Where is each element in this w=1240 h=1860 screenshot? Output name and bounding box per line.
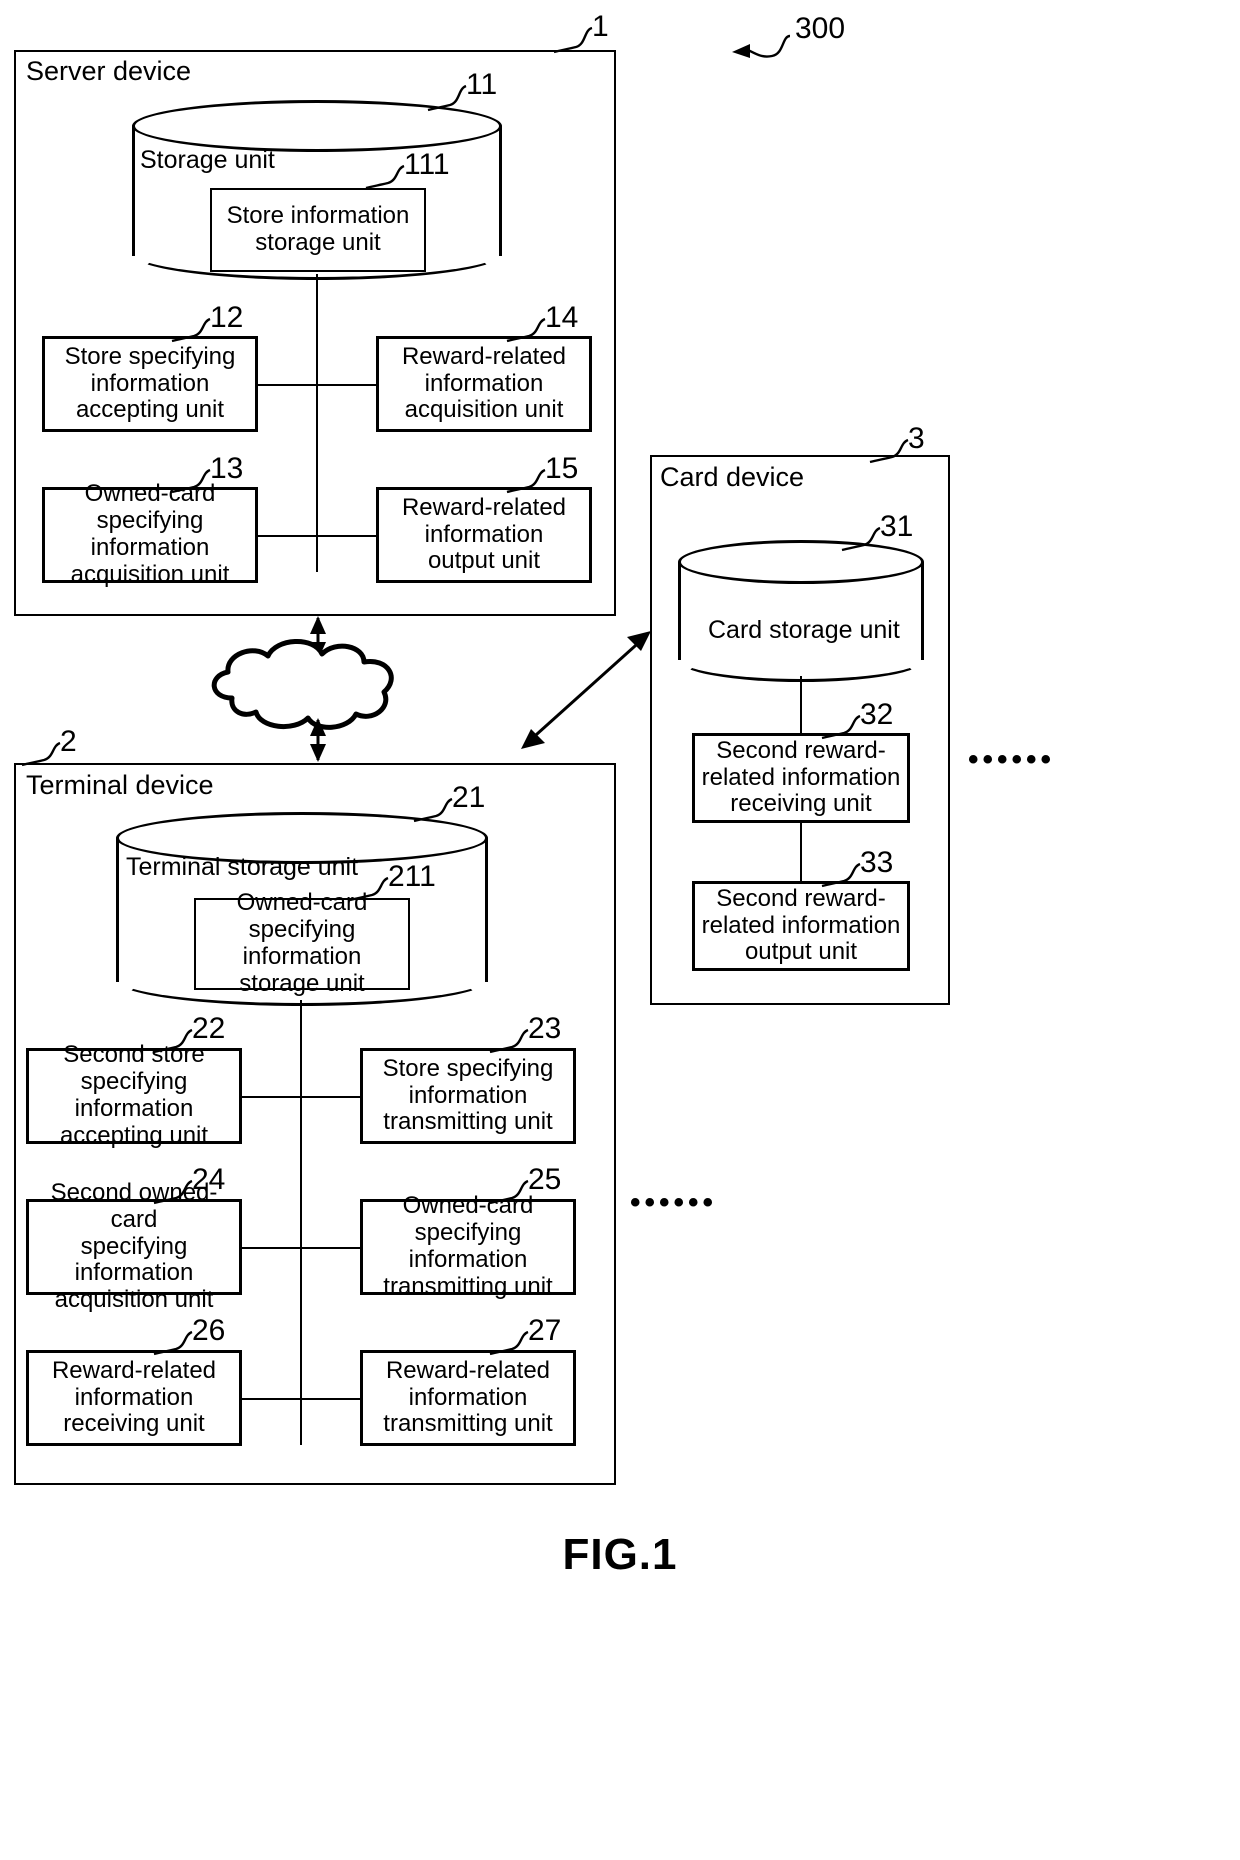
server-storage-label: Storage unit bbox=[140, 146, 275, 174]
unit-label: Reward-related information transmitting un… bbox=[383, 1356, 553, 1438]
terminal-connector-row2 bbox=[240, 1247, 362, 1249]
card-device-title: Card device bbox=[660, 462, 805, 492]
second-reward-related-information-receiving-unit: Second reward-related information receivi… bbox=[692, 733, 910, 823]
ref-numeral-15: 15 bbox=[545, 452, 579, 485]
server-device-title: Server device bbox=[26, 56, 192, 86]
reward-related-information-receiving-unit: Reward-related information receiving unit bbox=[26, 1350, 242, 1446]
terminal-device-ellipsis: •••••• bbox=[630, 1186, 718, 1219]
unit-label: Reward-related information receiving unit bbox=[51, 1356, 217, 1438]
terminal-bus-vertical bbox=[300, 1000, 302, 1445]
patent-figure: 300 1 Server device 11 Storage unit 111 … bbox=[0, 0, 1240, 1860]
ref-numeral-21: 21 bbox=[452, 781, 486, 814]
ref-numeral-211: 211 bbox=[388, 860, 436, 893]
server-connector-row2 bbox=[256, 535, 378, 537]
figure-caption: FIG.1 bbox=[562, 1530, 678, 1579]
ref-numeral-2: 2 bbox=[60, 725, 77, 758]
server-bus-vertical bbox=[316, 274, 318, 572]
card-link-storage-to-32 bbox=[800, 676, 802, 734]
ref-numeral-25: 25 bbox=[528, 1163, 562, 1196]
ref-numeral-23: 23 bbox=[528, 1012, 562, 1045]
ref-numeral-300: 300 bbox=[795, 12, 846, 45]
second-reward-related-information-output-unit: Second reward-related information output … bbox=[692, 881, 910, 971]
ref-numeral-13: 13 bbox=[210, 452, 244, 485]
ref-numeral-33: 33 bbox=[860, 846, 894, 879]
ref-numeral-11: 11 bbox=[466, 68, 498, 101]
ref-numeral-22: 22 bbox=[192, 1012, 226, 1045]
unit-label: Reward-related information output unit bbox=[401, 493, 567, 575]
terminal-storage-label: Terminal storage unit bbox=[126, 853, 359, 881]
terminal-card-link-arrow bbox=[521, 631, 651, 749]
unit-label: Reward-related information acquisition uni… bbox=[401, 342, 567, 424]
ref-numeral-26: 26 bbox=[192, 1314, 226, 1347]
ref-numeral-32: 32 bbox=[860, 698, 894, 731]
unit-label: Store information storage unit bbox=[226, 202, 410, 256]
ref-numeral-3: 3 bbox=[908, 422, 925, 455]
ref-numeral-111: 111 bbox=[404, 148, 450, 181]
card-storage-label: Card storage unit bbox=[708, 616, 900, 644]
ref-numeral-14: 14 bbox=[545, 301, 579, 334]
ref-numeral-1: 1 bbox=[592, 10, 609, 43]
unit-label: Store specifying information accepting uni… bbox=[64, 342, 236, 424]
unit-label: Store specifying information transmitting … bbox=[382, 1054, 554, 1136]
terminal-connector-row1 bbox=[240, 1096, 362, 1098]
ref-numeral-24: 24 bbox=[192, 1163, 226, 1196]
terminal-connector-row3 bbox=[240, 1398, 362, 1400]
cloud-network-icon bbox=[211, 616, 394, 762]
card-device-ellipsis: •••••• bbox=[968, 743, 1056, 776]
card-link-32-to-33 bbox=[800, 822, 802, 882]
ref-numeral-27: 27 bbox=[528, 1314, 562, 1347]
ref-numeral-31: 31 bbox=[880, 510, 914, 543]
second-store-specifying-information-accepting-unit: Second store specifying information accept… bbox=[26, 1041, 242, 1149]
server-connector-row1 bbox=[256, 384, 378, 386]
second-owned-card-specifying-information-acquisition-unit: Second owned-card specifying information a… bbox=[26, 1179, 242, 1313]
ref-numeral-12: 12 bbox=[210, 301, 244, 334]
